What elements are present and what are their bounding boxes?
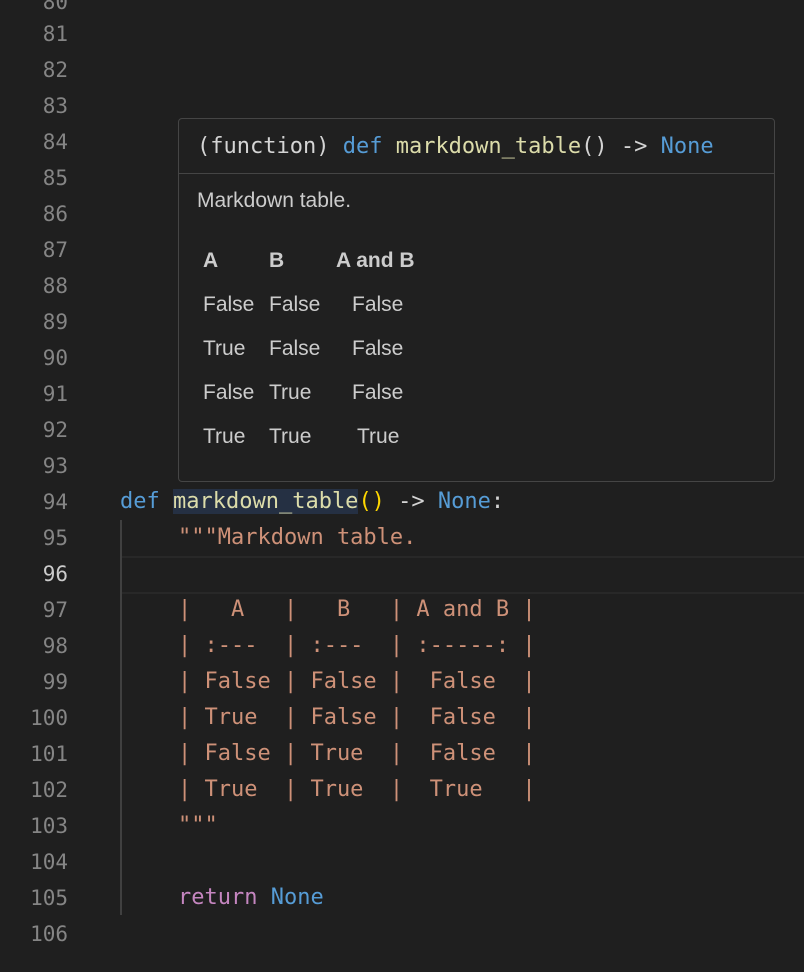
code-line-table-row[interactable]: | False | True | False | — [178, 736, 536, 772]
line-number: 81 — [42, 22, 68, 46]
return-keyword: return — [178, 885, 258, 910]
code-line-table-row[interactable]: | False | False | False | — [178, 664, 536, 700]
table-cell: True — [269, 381, 312, 404]
return-type: None — [437, 489, 491, 514]
line-number: 102 — [30, 778, 68, 802]
code-line-docstring-open[interactable]: """Markdown table. — [178, 520, 416, 556]
hover-sig-name: markdown_table — [395, 134, 582, 159]
code-line-def[interactable]: def markdown_table() -> None: — [120, 484, 504, 520]
table-header-cell: A — [203, 249, 219, 272]
indent-guide — [120, 520, 122, 915]
code-line-table-header[interactable]: | A | B | A and B | — [178, 592, 536, 628]
line-number: 97 — [42, 598, 68, 622]
line-number: 101 — [30, 742, 68, 766]
table-cell: False — [203, 293, 255, 316]
line-number: 89 — [42, 310, 68, 334]
line-number: 92 — [42, 418, 68, 442]
line-number: 104 — [30, 850, 68, 874]
line-number: 90 — [42, 346, 68, 370]
line-number: 93 — [42, 454, 68, 478]
code-line-docstring-close[interactable]: """ — [178, 808, 218, 844]
hover-doc-text: Markdown table. — [197, 189, 352, 212]
line-number: 85 — [42, 166, 68, 190]
hover-sig-prefix: (function) — [197, 134, 343, 159]
hover-divider — [179, 173, 774, 174]
hover-tooltip[interactable]: (function) def markdown_table() -> None … — [178, 118, 775, 482]
table-cell: False — [352, 381, 404, 404]
table-cell: True — [203, 337, 246, 360]
code-line-table-align[interactable]: | :--- | :--- | :-----: | — [178, 628, 536, 664]
table-header-cell: A and B — [336, 249, 415, 272]
function-name[interactable]: markdown_table — [173, 489, 359, 514]
hover-sig-ret: None — [660, 134, 714, 159]
return-value: None — [270, 885, 324, 910]
line-number: 87 — [42, 238, 68, 262]
line-number: 91 — [42, 382, 68, 406]
line-number: 103 — [30, 814, 68, 838]
hover-signature: (function) def markdown_table() -> None — [197, 129, 714, 165]
line-number: 86 — [42, 202, 68, 226]
line-number: 83 — [42, 94, 68, 118]
arrow: -> — [384, 489, 438, 514]
hover-sig-def: def — [342, 134, 383, 159]
code-line-return[interactable]: return None — [178, 880, 324, 916]
current-line-highlight — [120, 556, 804, 594]
line-number: 82 — [42, 58, 68, 82]
table-cell: True — [203, 425, 246, 448]
line-number: 95 — [42, 526, 68, 550]
table-cell: False — [352, 293, 404, 316]
table-cell: False — [269, 337, 321, 360]
def-keyword: def — [120, 489, 160, 514]
code-line-table-row[interactable]: | True | False | False | — [178, 700, 536, 736]
line-number-active: 96 — [42, 562, 68, 586]
table-cell: False — [269, 293, 321, 316]
line-number: 94 — [42, 490, 68, 514]
line-number: 98 — [42, 634, 68, 658]
table-cell: False — [203, 381, 255, 404]
line-number: 105 — [30, 886, 68, 910]
line-number: 100 — [30, 706, 68, 730]
hover-sig-parens: () — [581, 134, 608, 159]
parens: () — [358, 489, 385, 514]
line-number: 99 — [42, 670, 68, 694]
line-number: 84 — [42, 130, 68, 154]
line-number-gutter: 80 81 82 83 84 85 86 87 88 89 90 91 92 9… — [0, 0, 88, 972]
hover-sig-arrow: -> — [607, 134, 661, 159]
code-line-table-row[interactable]: | True | True | True | — [178, 772, 536, 808]
table-cell: False — [352, 337, 404, 360]
line-number: 88 — [42, 274, 68, 298]
table-cell: True — [357, 425, 400, 448]
colon: : — [490, 489, 505, 514]
table-cell: True — [269, 425, 312, 448]
table-header-cell: B — [269, 249, 285, 272]
line-number: 106 — [30, 922, 68, 946]
